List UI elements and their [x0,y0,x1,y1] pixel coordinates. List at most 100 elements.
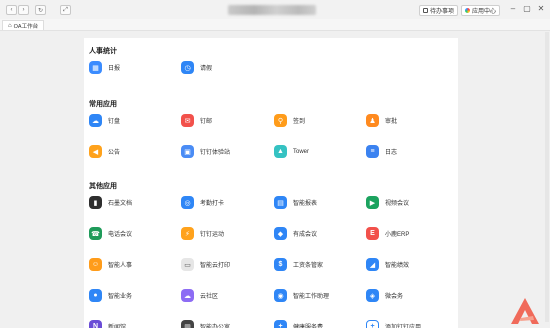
app-center-button[interactable]: 应用中心 [461,5,501,16]
app-label: 日报 [108,66,121,72]
brand-logo-icon [511,298,539,324]
forward-button[interactable]: › [18,5,29,15]
app-item[interactable]: ⚲ 签到 [274,114,305,127]
app-label: 添加钉钉应用 [385,325,422,328]
app-item[interactable]: ▤ 智能报表 [274,196,317,209]
add-icon: + [366,320,379,328]
app-label: 钉邮 [200,119,213,125]
fullscreen-icon: ⤢ [63,6,68,13]
app-item[interactable]: ▣ 钉钉体验站 [181,145,230,158]
app-label: 签到 [293,119,306,125]
app-item[interactable]: ☁ 云社区 [181,289,218,302]
conference-icon: ◈ [366,289,379,302]
maximize-button[interactable]: ▢ [522,4,532,14]
close-button[interactable]: ✕ [536,4,546,14]
community-icon: ☁ [181,289,194,302]
app-item[interactable]: ▲ Tower [274,145,309,158]
section-title: 人事统计 [89,48,117,55]
app-label: 钉钉体验站 [200,150,231,156]
app-item[interactable]: + 健康服务费 [274,320,323,328]
app-item[interactable]: E 小鹿ERP [366,227,409,240]
window-title-redacted [228,5,316,15]
app-item[interactable]: ☁ 钉盘 [89,114,120,127]
app-item[interactable]: ≡ 日志 [366,145,397,158]
calendar-icon: ▦ [89,61,102,74]
log-icon: ≡ [366,145,379,158]
cloud-icon: ☁ [89,114,102,127]
refresh-button[interactable]: ↻ [35,5,46,15]
app-label: 有成会议 [293,232,318,238]
app-label: 审批 [385,119,398,125]
meeting-icon: ◆ [274,227,287,240]
fingerprint-icon: ◎ [181,196,194,209]
health-icon: + [274,320,287,328]
back-button[interactable]: ‹ [6,5,17,15]
app-item[interactable]: ☎ 电话会议 [89,227,132,240]
app-item[interactable]: N 新闻馆 [89,320,126,328]
app-item[interactable]: + 添加钉钉应用 [366,320,421,328]
performance-icon: ◢ [366,258,379,271]
news-icon: N [89,320,102,328]
app-item[interactable]: ⚡ 钉钉运动 [181,227,224,240]
title-bar: ‹ › ↻ ⤢ 待办事项 应用中心 – ▢ ✕ [0,0,550,19]
todo-icon [423,8,428,13]
app-label: 钉钉运动 [200,232,225,238]
app-item[interactable]: ◀ 公告 [89,145,120,158]
app-label: 请假 [200,66,213,72]
app-label: 日志 [385,150,398,156]
refresh-icon: ↻ [37,7,44,14]
app-label: 微会务 [385,294,404,300]
megaphone-icon: ◀ [89,145,102,158]
person-icon: ☺ [89,258,102,271]
app-label: 小鹿ERP [385,232,410,238]
phone-icon: ☎ [89,227,102,240]
scrollbar[interactable] [545,32,549,322]
app-item[interactable]: ◉ 智能工作助理 [274,289,329,302]
tab-oa-workbench[interactable]: ⌂ OA工作台 [2,20,45,30]
todo-label: 待办事项 [430,9,455,15]
app-item[interactable]: ◆ 有成会议 [274,227,317,240]
app-label: 智能云打印 [200,263,231,269]
app-item[interactable]: ▦ 日报 [89,61,120,74]
app-label: 健康服务费 [293,325,324,328]
app-label: 智能办公室 [200,325,231,328]
app-item[interactable]: ◎ 考勤打卡 [181,196,224,209]
app-item[interactable]: ▶ 视频会议 [366,196,409,209]
app-item[interactable]: ● 智能业务 [89,289,132,302]
app-item[interactable]: ◢ 智能绩效 [366,258,409,271]
app-item[interactable]: ☺ 智能人事 [89,258,132,271]
section-title: 常用应用 [89,101,117,108]
minimize-button[interactable]: – [508,4,518,14]
fullscreen-button[interactable]: ⤢ [60,5,71,15]
app-item[interactable]: ▮ 石墨文档 [89,196,132,209]
app-label: 考勤打卡 [200,201,225,207]
app-label: 智能业务 [108,294,133,300]
app-label: Tower [293,148,310,155]
todo-button[interactable]: 待办事项 [419,5,459,16]
app-item[interactable]: ◷ 请假 [181,61,212,74]
section-title: 其他应用 [89,183,117,190]
app-label: 智能工作助理 [293,294,330,300]
app-item[interactable]: ▭ 智能云打印 [181,258,230,271]
app-label: 智能人事 [108,263,133,269]
app-center-icon [465,8,470,13]
app-label: 视频会议 [385,201,410,207]
app-label: 云社区 [200,294,219,300]
app-item[interactable]: ▥ 智能办公室 [181,320,230,328]
app-center-label: 应用中心 [472,9,497,15]
erp-icon: E [366,227,379,240]
app-item[interactable]: ◈ 微会务 [366,289,403,302]
app-item[interactable]: $ 工资条管家 [274,258,323,271]
experience-icon: ▣ [181,145,194,158]
business-icon: ● [89,289,102,302]
app-label: 智能绩效 [385,263,410,269]
app-item[interactable]: ✉ 钉邮 [181,114,212,127]
app-item[interactable]: ♟ 审批 [366,114,397,127]
app-label: 工资条管家 [293,263,324,269]
app-label: 公告 [108,150,121,156]
clock-icon: ◷ [181,61,194,74]
location-icon: ⚲ [274,114,287,127]
app-panel: 人事统计 ▦ 日报 ◷ 请假常用应用 ☁ 钉盘 ✉ 钉邮 ⚲ 签到 ♟ 审批 ◀ 公告 ▣ 钉钉体验站 ▲ Towe… [84,38,458,328]
chart-icon: ▤ [274,196,287,209]
chevron-left-icon: ‹ [10,7,13,13]
